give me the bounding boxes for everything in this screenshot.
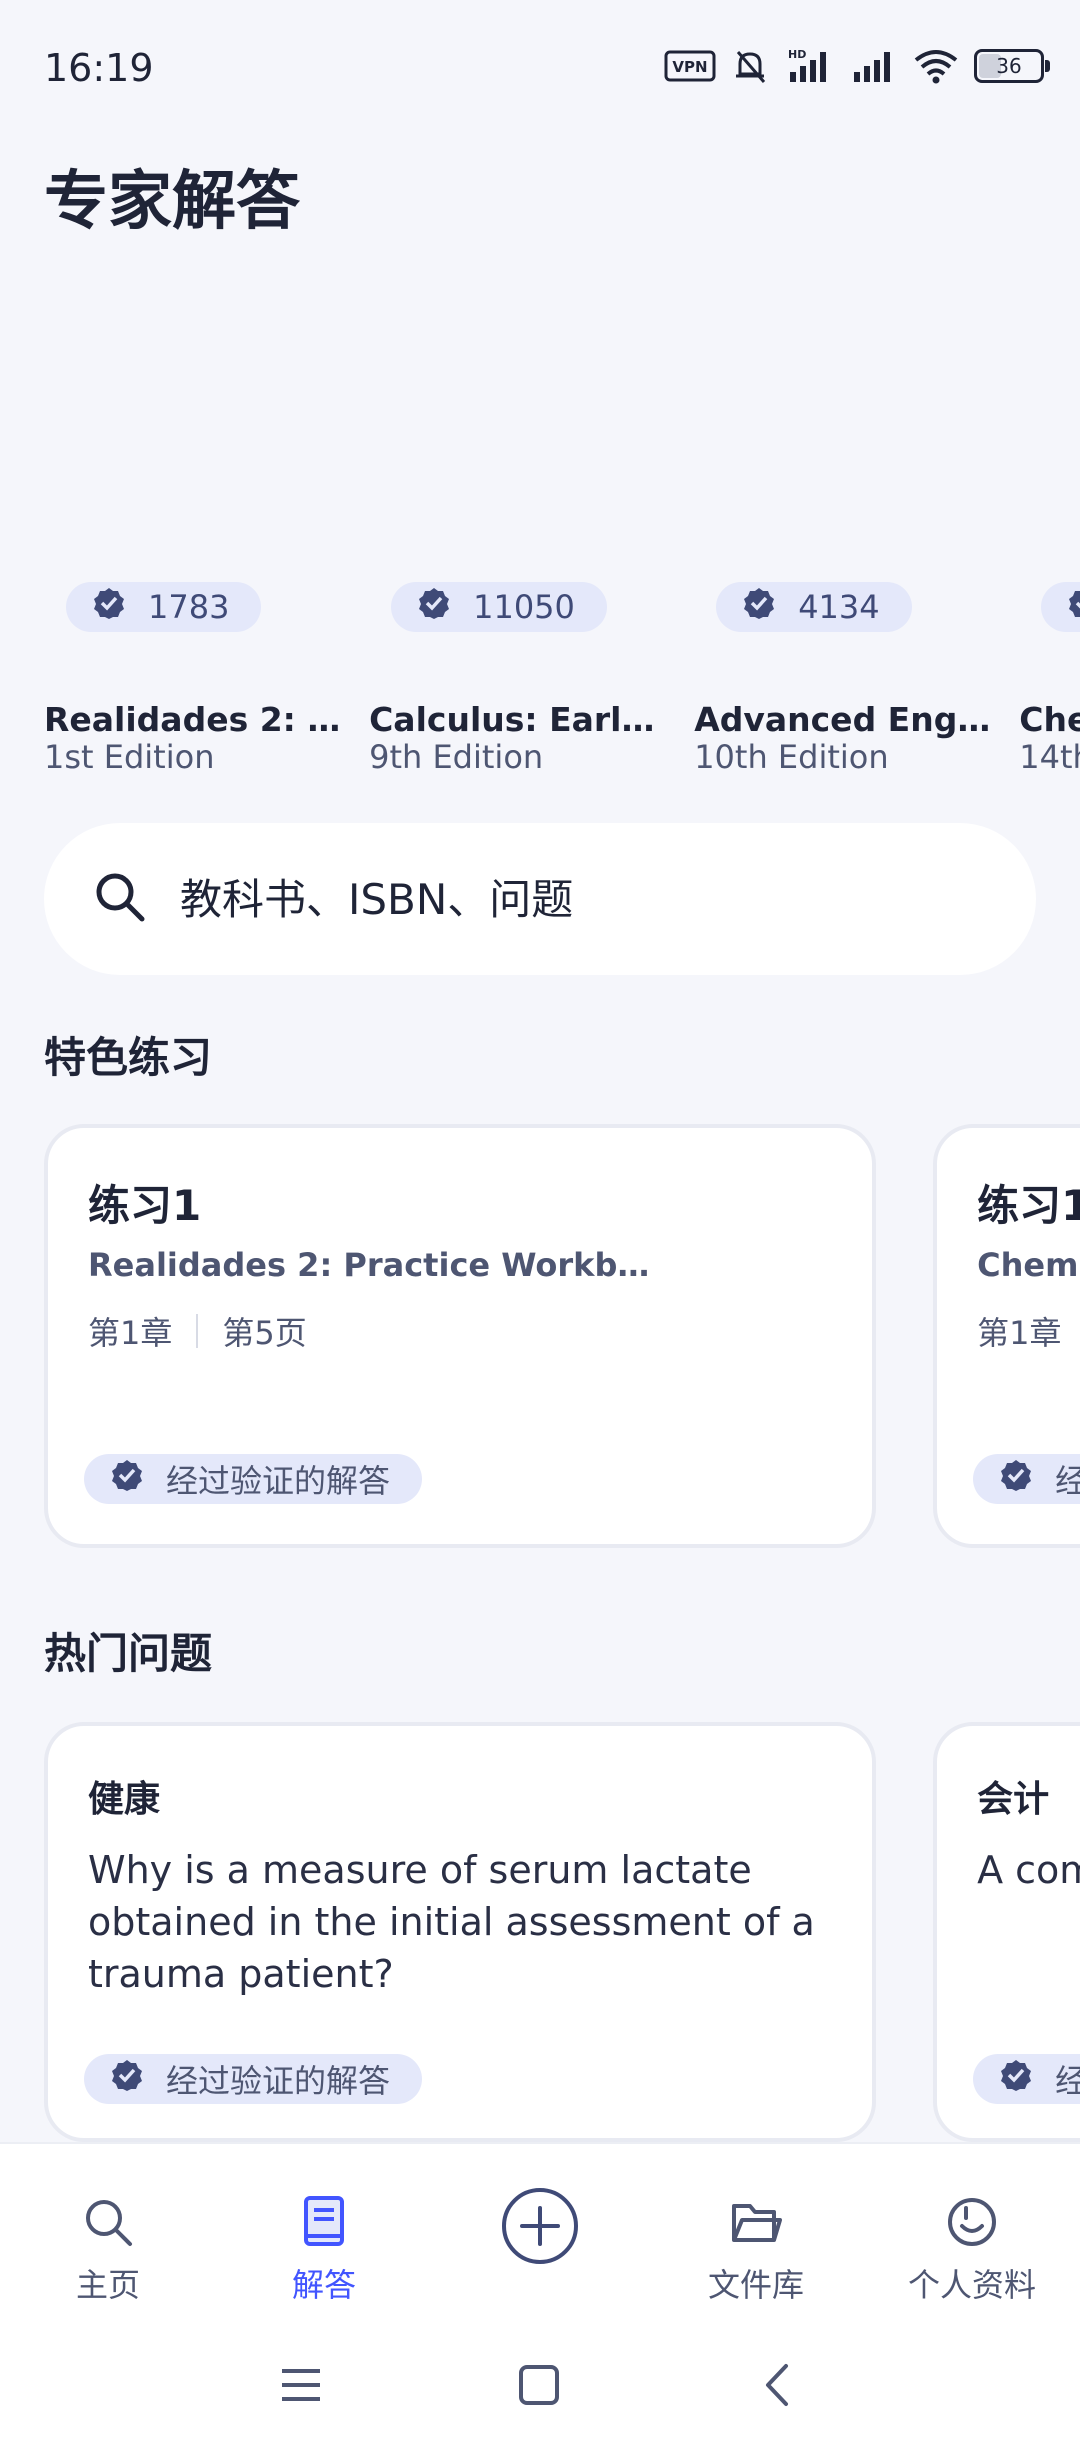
verified-icon [999,1458,1033,1500]
solutions-count-badge: 11050 [391,582,607,632]
book-edition: 14th E [1019,738,1080,776]
status-icons: VPN HD 36 [664,46,1050,86]
question-text: Why is a measure of serum lactate obtain… [88,1848,815,1996]
battery-icon: 36 [974,49,1050,83]
nav-label: 主页 [75,2266,140,2304]
exercise-chapter: 第1章 [977,1314,1062,1352]
exercise-book: Chemis [977,1246,1080,1284]
question-card[interactable]: 会计 A com service accrua to rece 经 [933,1722,1080,2142]
search-bar[interactable] [44,823,1036,975]
exercise-card[interactable]: 练习1 Chemis 第1章 经 [933,1124,1080,1548]
exercise-page: 第5页 [222,1314,307,1352]
verified-label: 经 [1055,1462,1080,1500]
textbook-item[interactable]: Chem 14th E [1019,560,1080,790]
solutions-count-badge [1041,582,1080,632]
verified-icon [110,2058,144,2100]
search-input[interactable] [178,873,982,925]
wifi-icon [912,46,960,86]
system-nav-bar [0,2312,1080,2460]
verified-badge: 经 [973,1454,1080,1504]
question-subject: 会计 [977,1779,1050,1820]
plus-circle-icon [498,2184,582,2272]
verified-label: 经 [1055,2062,1080,2100]
status-bar: 16:19 VPN HD 36 [0,0,1080,140]
verified-badge: 经过验证的解答 [84,2054,423,2104]
search-icon [80,2194,136,2254]
exercise-card[interactable]: 练习1 Realidades 2: Practice Workboo... 第1… [44,1124,876,1548]
verified-icon [1067,586,1080,628]
exercise-title: 练习1 [977,1181,1080,1230]
section-title-popular: 热门问题 [44,1629,213,1678]
question-subject: 健康 [88,1779,161,1820]
verified-badge: 经 [973,2054,1080,2104]
signal-icon [848,46,898,86]
book-title: Chem [1019,700,1080,739]
folder-icon [728,2194,784,2254]
verified-icon [92,586,126,628]
solutions-count: 4134 [798,588,880,626]
solutions-count-badge: 1783 [66,582,262,632]
bell-off-icon [730,46,770,86]
verified-label: 经过验证的解答 [166,2062,391,2100]
page-title: 专家解答 [44,165,300,239]
popular-questions-carousel: 健康 Why is a measure of serum lactate obt… [44,1722,1080,2142]
nav-label: 文件库 [707,2266,804,2304]
status-time: 16:19 [44,46,154,90]
verified-icon [110,1458,144,1500]
vpn-icon: VPN [664,50,716,82]
textbook-item[interactable]: 1783 Realidades 2: Pr... 1st Edition [44,560,364,790]
nav-item-create[interactable] [432,2144,648,2314]
nav-item-profile[interactable]: 个人资料 [864,2144,1080,2314]
exercise-book: Realidades 2: Practice Workboo... [88,1246,668,1284]
book-title: Calculus: Early ... [369,700,670,739]
exercise-meta: 第1章 第5页 [88,1308,307,1354]
book-icon [296,2194,352,2254]
svg-text:HD: HD [788,48,806,61]
textbook-item[interactable]: 4134 Advanced Engi... 10th Edition [694,560,1014,790]
book-title: Realidades 2: Pr... [44,700,344,739]
nav-label: 解答 [291,2266,356,2304]
verified-label: 经过验证的解答 [166,1462,391,1500]
exercise-title: 练习1 [88,1181,202,1230]
solutions-count: 1783 [148,588,230,626]
verified-icon [742,586,776,628]
book-title: Advanced Engi... [694,700,995,739]
featured-exercises-carousel: 练习1 Realidades 2: Practice Workboo... 第1… [44,1124,1080,1554]
divider [196,1314,199,1348]
search-icon [92,869,148,929]
verified-badge: 经过验证的解答 [84,1454,423,1504]
back-icon[interactable] [756,2362,802,2412]
textbook-item[interactable]: 11050 Calculus: Early ... 9th Edition [369,560,689,790]
nav-item-home[interactable]: 主页 [0,2144,216,2314]
question-card[interactable]: 健康 Why is a measure of serum lactate obt… [44,1722,876,2142]
nav-item-library[interactable]: 文件库 [648,2144,864,2314]
solutions-count-badge: 4134 [716,582,912,632]
verified-icon [417,586,451,628]
textbook-carousel: 1783 Realidades 2: Pr... 1st Edition 110… [44,560,1080,790]
exercise-chapter: 第1章 [88,1314,173,1352]
nav-item-solutions[interactable]: 解答 [216,2144,432,2314]
svg-text:VPN: VPN [672,58,707,76]
book-edition: 10th Edition [694,738,889,776]
profile-icon [944,2194,1000,2254]
question-text: A com service accrua to rece [977,1848,1080,1892]
bottom-nav: 主页 解答 文件库 个人资料 [0,2142,1080,2314]
menu-icon[interactable] [278,2362,324,2412]
solutions-count: 11050 [473,588,575,626]
signal-hd-icon: HD [784,46,834,86]
book-edition: 9th Edition [369,738,544,776]
home-icon[interactable] [516,2362,562,2412]
nav-label: 个人资料 [907,2266,1036,2304]
exercise-meta: 第1章 [977,1308,1080,1354]
book-edition: 1st Edition [44,738,215,776]
section-title-featured: 特色练习 [44,1033,213,1082]
verified-icon [999,2058,1033,2100]
